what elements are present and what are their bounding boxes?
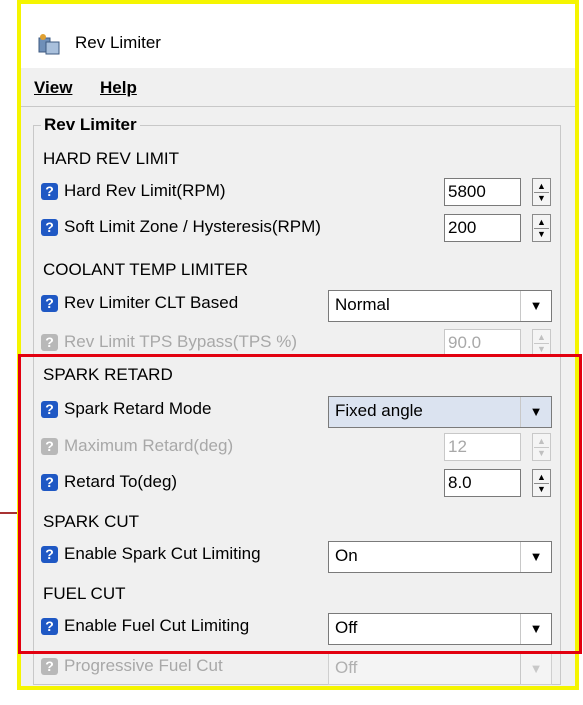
help-icon[interactable]: ? xyxy=(41,295,58,312)
tps-bypass-input: 90.0 xyxy=(444,329,521,357)
row-clt-based: ? Rev Limiter CLT Based Normal ▼ xyxy=(41,290,581,322)
section-coolant-temp-limiter: COOLANT TEMP LIMITER xyxy=(43,260,248,279)
chevron-down-icon: ▼ xyxy=(520,654,551,684)
progressive-fuel-cut-value: Off xyxy=(335,658,358,677)
soft-limit-zone-spinner[interactable]: ▲ ▼ xyxy=(532,214,551,242)
hard-rev-limit-spinner[interactable]: ▲ ▼ xyxy=(532,178,551,206)
hard-rev-limit-value: 5800 xyxy=(448,182,486,201)
section-hard-rev-limit: HARD REV LIMIT xyxy=(43,149,180,168)
rev-limiter-app-icon xyxy=(38,34,60,55)
clt-based-label: Rev Limiter CLT Based xyxy=(64,293,239,312)
progressive-fuel-cut-dropdown: Off ▼ xyxy=(328,653,552,685)
soft-limit-zone-input[interactable]: 200 xyxy=(444,214,521,242)
menu-bar: View Help xyxy=(21,68,575,106)
hard-rev-limit-label: Hard Rev Limit(RPM) xyxy=(64,181,226,200)
spin-down-icon[interactable]: ▼ xyxy=(534,228,549,240)
help-icon: ? xyxy=(41,658,58,675)
help-icon[interactable]: ? xyxy=(41,219,58,236)
progressive-fuel-cut-label: Progressive Fuel Cut xyxy=(64,656,223,675)
row-soft-limit-zone: ? Soft Limit Zone / Hysteresis(RPM) 200 … xyxy=(41,214,581,244)
clt-based-value: Normal xyxy=(335,295,390,314)
spark-fuel-highlight-box xyxy=(18,354,582,654)
tps-bypass-label: Rev Limit TPS Bypass(TPS %) xyxy=(64,332,298,351)
help-icon: ? xyxy=(41,334,58,351)
menu-view[interactable]: View xyxy=(34,78,72,98)
row-progressive-fuel-cut: ? Progressive Fuel Cut Off ▼ xyxy=(41,653,581,685)
group-title: Rev Limiter xyxy=(41,115,140,135)
hard-rev-limit-input[interactable]: 5800 xyxy=(444,178,521,206)
menu-help[interactable]: Help xyxy=(100,78,137,98)
window-title: Rev Limiter xyxy=(75,33,161,52)
chevron-down-icon[interactable]: ▼ xyxy=(520,291,551,321)
menu-view-label: View xyxy=(34,78,73,97)
title-bar: Rev Limiter xyxy=(21,4,575,68)
help-icon[interactable]: ? xyxy=(41,183,58,200)
tps-bypass-spinner: ▲ ▼ xyxy=(532,329,551,357)
menu-help-label: Help xyxy=(100,78,137,97)
clt-based-dropdown[interactable]: Normal ▼ xyxy=(328,290,552,322)
row-hard-rev-limit: ? Hard Rev Limit(RPM) 5800 ▲ ▼ xyxy=(41,178,581,208)
tps-bypass-value: 90.0 xyxy=(448,333,482,352)
soft-limit-zone-value: 200 xyxy=(448,218,477,237)
spin-down-icon[interactable]: ▼ xyxy=(534,192,549,204)
soft-limit-zone-label: Soft Limit Zone / Hysteresis(RPM) xyxy=(64,217,321,236)
